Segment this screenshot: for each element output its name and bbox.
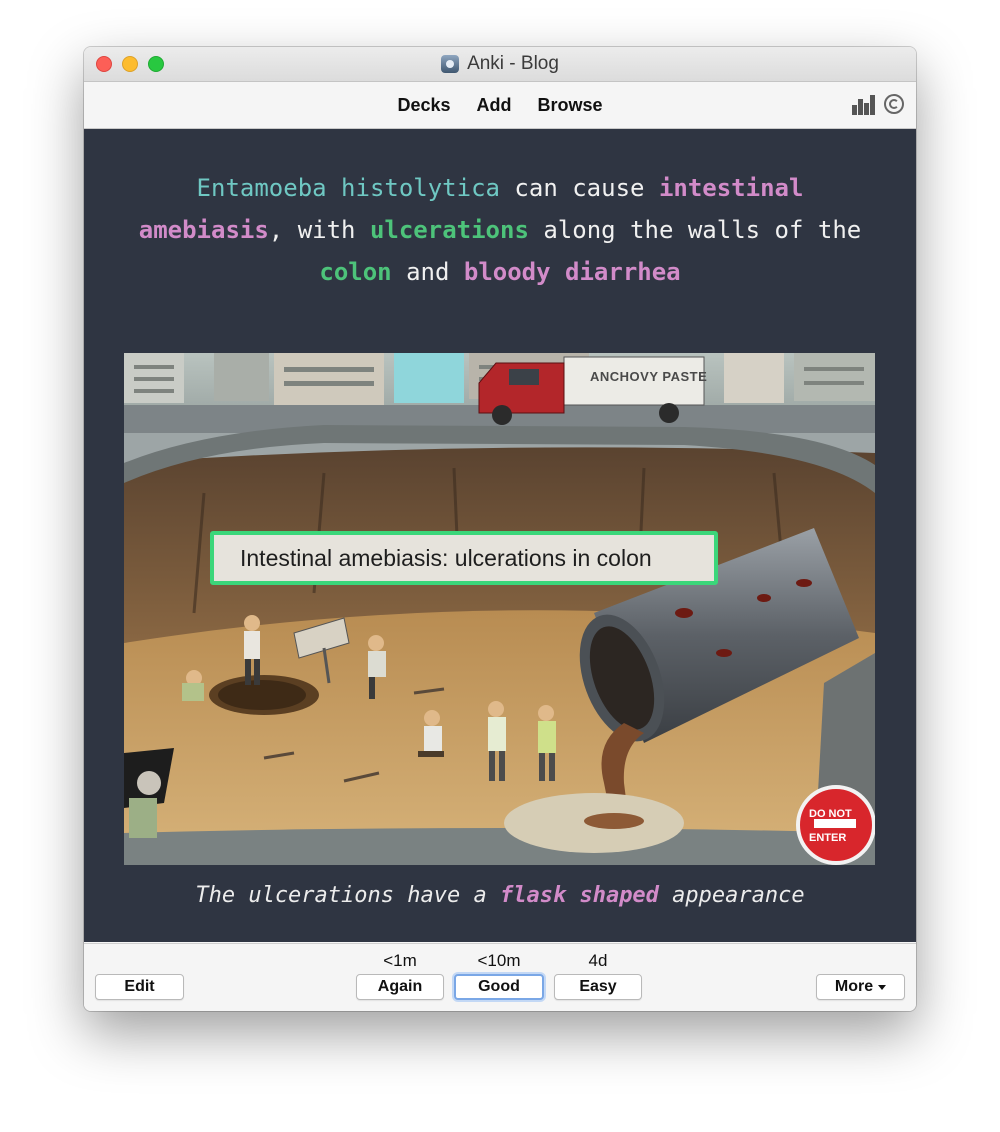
toolbar-nav: Decks Add Browse [84, 82, 916, 128]
front-text-segment: and [391, 258, 464, 286]
good-interval: <10m [477, 951, 521, 970]
toolbar-add-link[interactable]: Add [477, 95, 512, 116]
toolbar-browse-link[interactable]: Browse [538, 95, 603, 116]
again-button[interactable]: Again [356, 974, 444, 1000]
illustration-drawing [124, 353, 875, 865]
front-text-segment: along the walls of the [528, 216, 862, 244]
card-illustration: ANCHOVY PASTE Intestinal amebiasis: ulce… [124, 353, 875, 865]
easy-button[interactable]: Easy [554, 974, 642, 1000]
stats-icon[interactable] [852, 93, 876, 115]
more-button-label: More [834, 978, 874, 995]
front-text-segment: can cause [499, 174, 659, 202]
image-callout: Intestinal amebiasis: ulcerations in col… [210, 531, 718, 585]
sync-icon[interactable] [884, 94, 904, 114]
more-button[interactable]: More [816, 974, 905, 1000]
anki-window: Anki - Blog Decks Add Browse Entamoeba h… [84, 47, 916, 1011]
front-text-segment: ulcerations [369, 216, 529, 244]
review-bottom-bar: Edit <1m Again <10m Good 4d Easy More [84, 943, 916, 1011]
toolbar-decks-link[interactable]: Decks [397, 95, 450, 116]
front-text-segment: Entamoeba histolytica [196, 174, 500, 202]
caret-down-icon [878, 984, 887, 990]
front-text-segment: colon [319, 258, 392, 286]
front-text-segment: bloody diarrhea [463, 258, 681, 286]
easy-interval: 4d [588, 951, 608, 970]
card-front-text: Entamoeba histolytica can cause intestin… [124, 167, 876, 293]
window-title-group: Anki - Blog [84, 47, 916, 81]
do-not-enter-sign: DO NOT ENTER [809, 808, 865, 844]
sign-text-line: DO NOT [809, 808, 852, 820]
again-interval: <1m [383, 951, 417, 970]
card-area: Entamoeba histolytica can cause intestin… [84, 129, 916, 942]
toolbar-icons [852, 93, 904, 115]
edit-button[interactable]: Edit [95, 974, 184, 1000]
front-text-segment: , with [268, 216, 370, 244]
sign-text-line: ENTER [809, 832, 847, 844]
back-text-after: appearance [658, 883, 805, 908]
card-back-text: The ulcerations have a flask shaped appe… [84, 883, 916, 908]
main-toolbar: Decks Add Browse [84, 82, 916, 129]
anki-app-icon [441, 55, 460, 73]
window-title: Anki - Blog [467, 53, 559, 74]
back-text-before: The ulcerations have a [195, 883, 500, 908]
back-text-highlight: flask shaped [499, 883, 659, 908]
title-bar[interactable]: Anki - Blog [84, 47, 916, 82]
good-button[interactable]: Good [454, 974, 544, 1000]
truck-sign-text: ANCHOVY PASTE [590, 369, 708, 384]
